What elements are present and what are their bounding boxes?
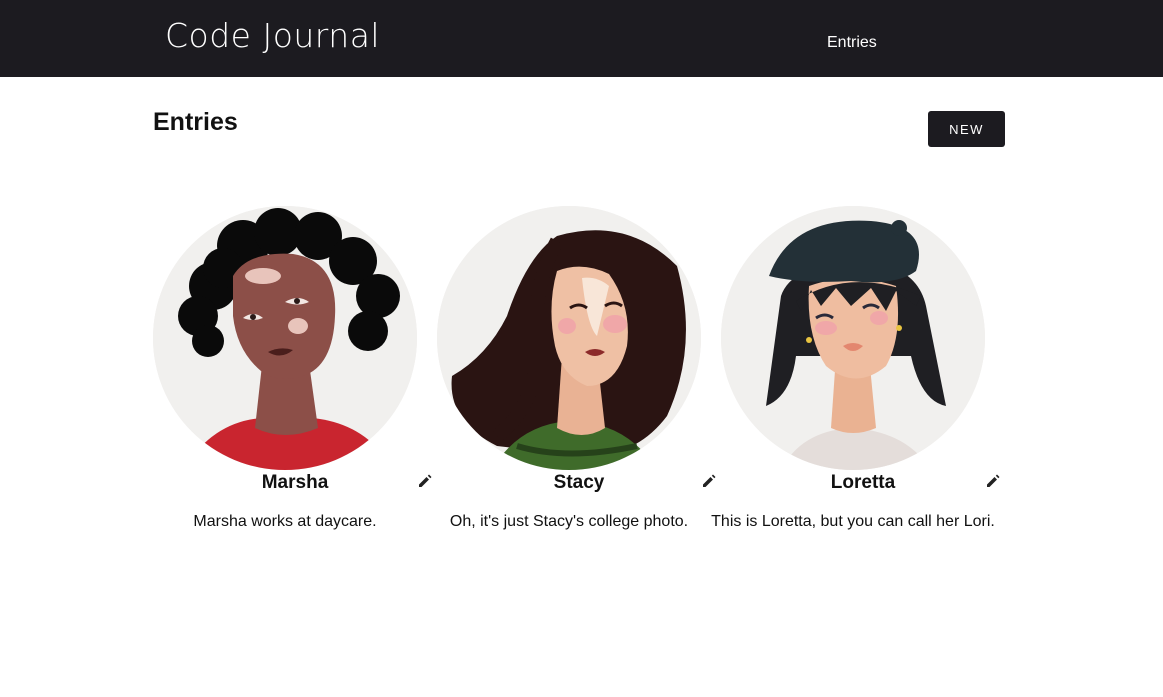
entry-name: Marsha <box>261 472 329 493</box>
entry-description: This is Loretta, but you can call her Lo… <box>711 513 995 530</box>
entry-name: Loretta <box>830 472 896 493</box>
entry-avatar-image <box>437 206 701 470</box>
pencil-icon[interactable] <box>417 473 433 489</box>
entry-avatar-image <box>153 206 417 470</box>
entry-card: Marsha Marsha works at daycare. <box>153 206 432 566</box>
page-title: Entries <box>153 108 238 136</box>
pencil-icon[interactable] <box>701 473 717 489</box>
new-entry-button[interactable]: NEW <box>928 111 1005 147</box>
entry-name: Stacy <box>553 472 605 493</box>
brand-title[interactable]: Code Journal <box>165 16 380 55</box>
pencil-icon[interactable] <box>985 473 1001 489</box>
entry-card: Stacy Oh, it's just Stacy's college phot… <box>437 206 716 566</box>
entry-description: Oh, it's just Stacy's college photo. <box>449 513 689 530</box>
entry-avatar-image <box>721 206 985 470</box>
entry-card: Loretta This is Loretta, but you can cal… <box>711 206 1000 566</box>
nav-entries-link[interactable]: Entries <box>827 34 877 52</box>
entry-description: Marsha works at daycare. <box>193 513 377 530</box>
top-navbar: Code Journal Entries <box>0 0 1163 77</box>
